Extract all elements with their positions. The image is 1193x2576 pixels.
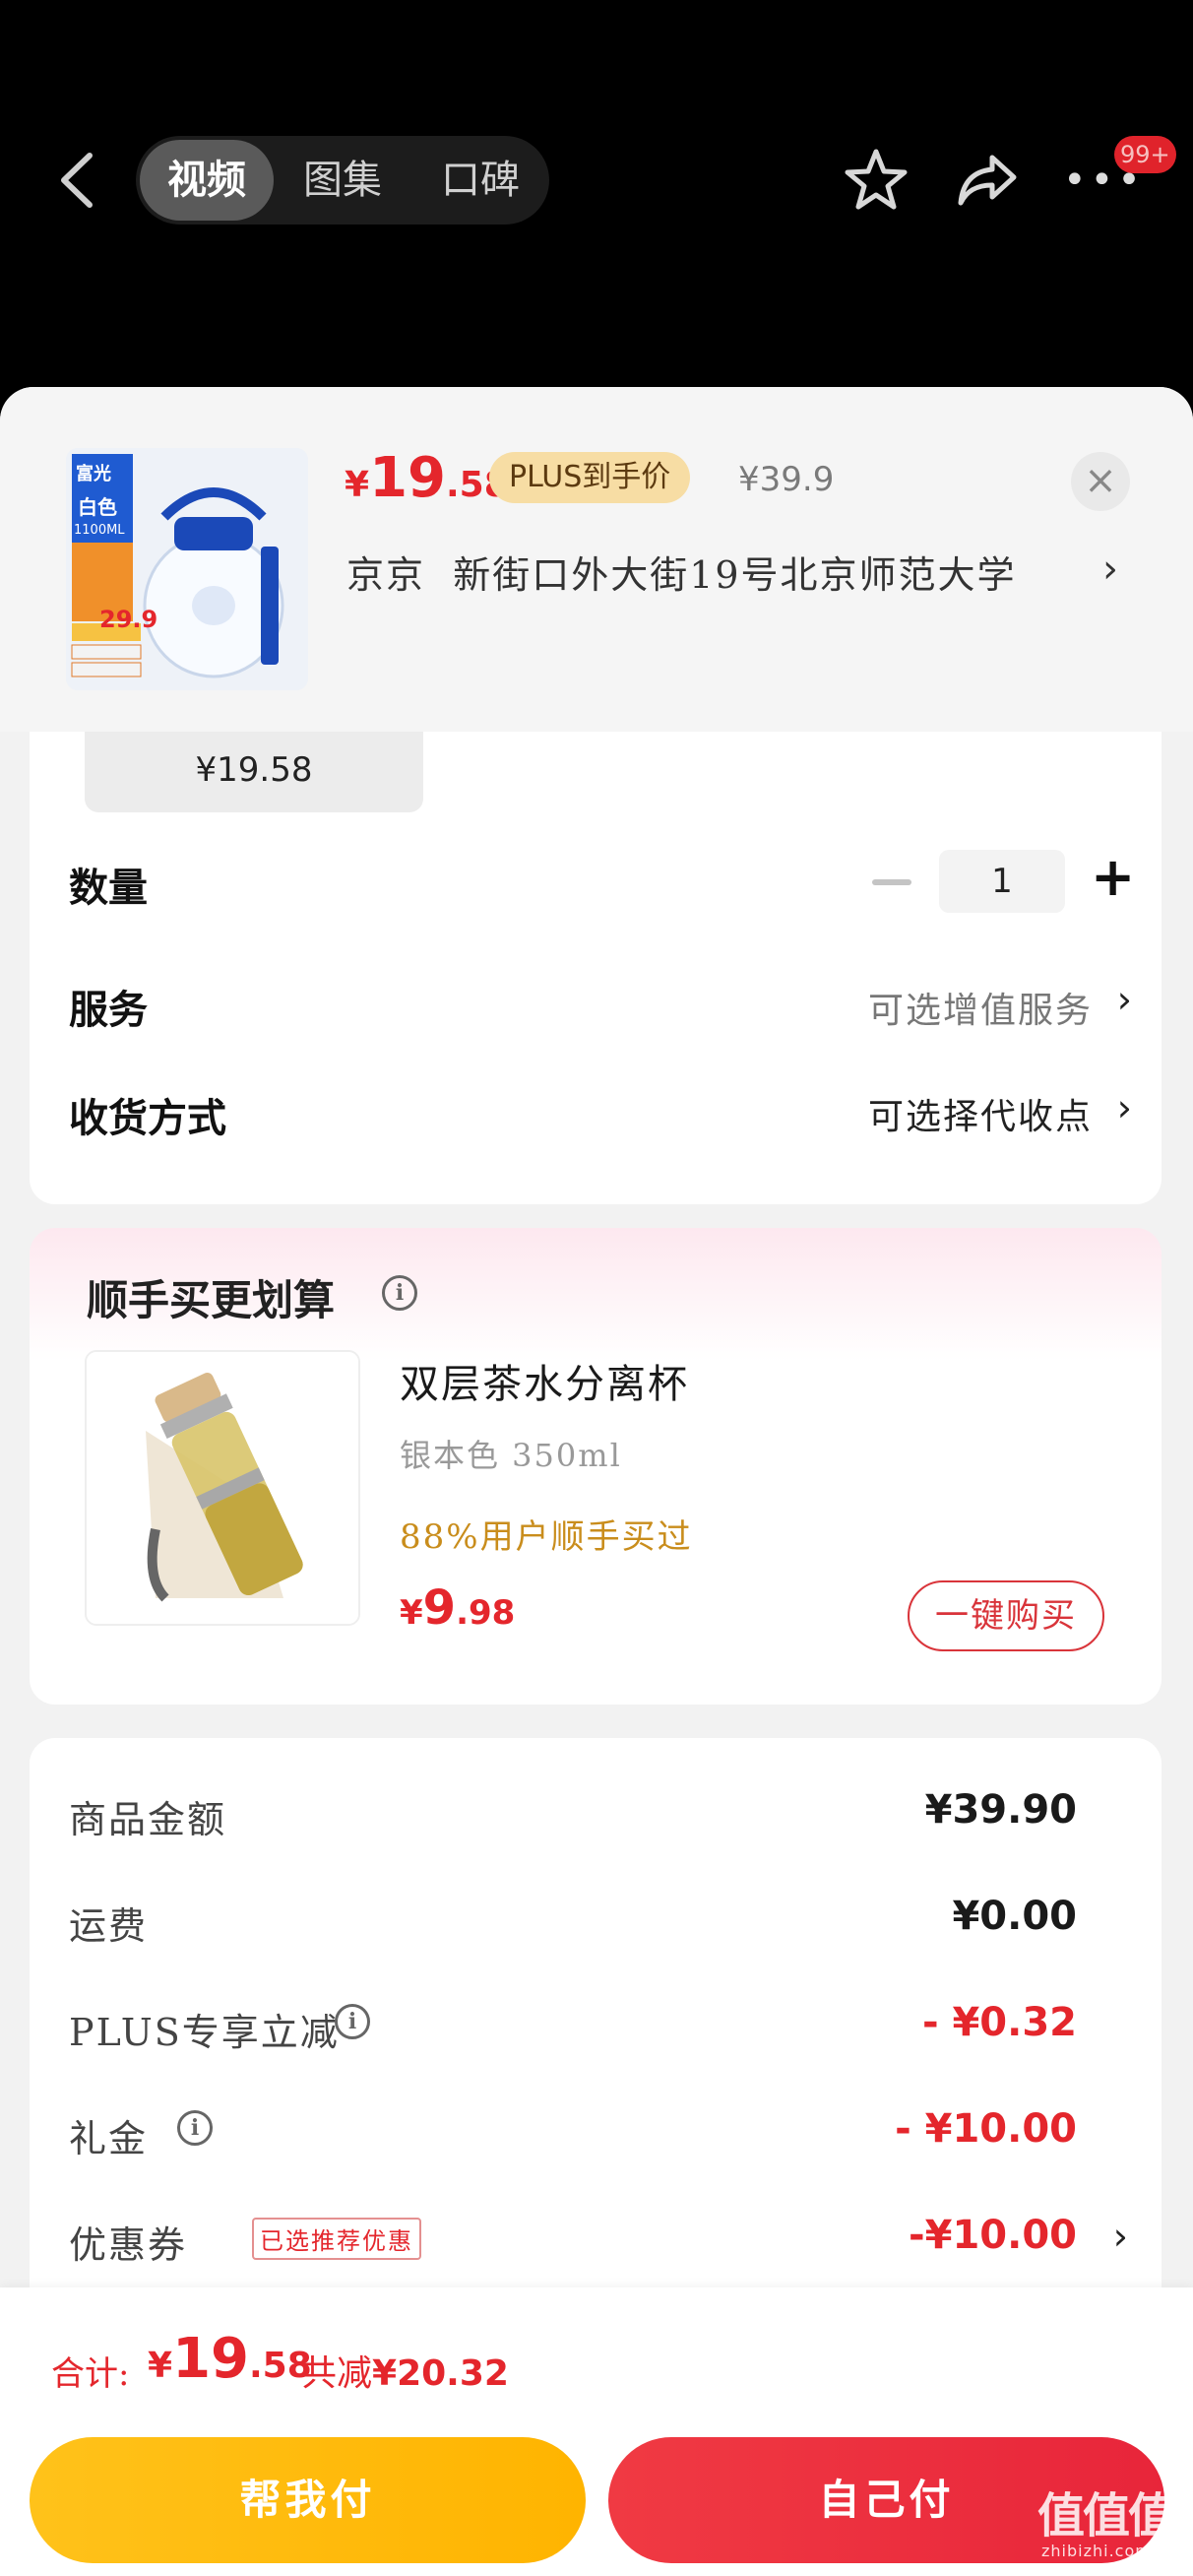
thumb-volume: 1100ML [74,523,125,538]
total-label: 合计: [51,2354,130,2394]
price-currency: ¥ [345,465,370,505]
bundle-item-variant: 银本色 350ml [400,1437,622,1474]
price-integer: 19 [172,2327,249,2391]
chevron-right-icon: › [1112,2215,1128,2258]
address-name: 京京 [346,553,426,597]
price-integer: 19 [369,446,446,510]
star-icon [845,149,908,210]
favorite-button[interactable] [842,146,910,215]
video-header: 视频 图集 口碑 ••• 99+ [0,0,1193,389]
watermark-logo: 值值值 zhibizhi.com [1024,2477,1193,2575]
chevron-right-icon: › [1116,978,1132,1021]
quantity-decrease-button[interactable] [872,879,911,885]
savings-amount: ¥20.32 [372,2353,509,2394]
bundle-product-image[interactable] [85,1350,360,1626]
summary-label-goods: 商品金额 [69,1798,227,1841]
bundle-item-name[interactable]: 双层茶水分离杯 [400,1352,689,1409]
quantity-increase-button[interactable]: + [1091,848,1135,911]
summary-value-goods: ¥39.90 [924,1787,1077,1833]
info-icon[interactable]: i [335,2004,370,2039]
spec-option-chip[interactable]: ¥19.58 [85,732,423,812]
summary-value-shipping: ¥0.00 [952,1894,1077,1939]
address-text: 新街口外大街19号北京师范大学 [453,553,1017,597]
info-icon[interactable]: i [177,2110,213,2146]
savings-prefix: 共减 [301,2353,373,2394]
bundle-social-proof: 88%用户顺手买过 [400,1517,693,1557]
close-button[interactable]: × [1071,452,1130,511]
original-price: ¥39.9 [738,460,835,499]
total-savings: 共减¥20.32 [301,2345,509,2396]
tab-video[interactable]: 视频 [140,140,274,221]
bundle-title: 顺手买更划算 [87,1276,336,1324]
quantity-label: 数量 [69,865,148,911]
plus-price-tag: PLUS到手价 [489,452,691,503]
help-me-pay-button[interactable]: 帮我付 [30,2437,586,2563]
price-summary-card: 商品金额 ¥39.90 运费 ¥0.00 PLUS专享立减 i - ¥0.32 … [30,1738,1162,2329]
summary-label-plus: PLUS专享立减 [69,2011,340,2054]
tab-reviews[interactable]: 口碑 [421,140,539,221]
price-integer: 9 [422,1580,457,1636]
delivery-address[interactable]: 京京 新街口外大街19号北京师范大学 [346,545,1095,599]
summary-label-gift: 礼金 [69,2117,149,2160]
chevron-right-icon: › [1116,1086,1132,1129]
product-thumbnail: 富光 白色 1100ML 29.9 [66,448,308,690]
bundle-card: 顺手买更划算 i 双层茶水分离杯 银本色 350ml 88%用户顺手买过 ¥9.… [30,1228,1162,1705]
thumb-promo-price: 29.9 [99,606,158,633]
media-tabs: 视频 图集 口碑 [136,136,549,225]
share-button[interactable] [953,146,1022,215]
purchase-sheet: 富光 白色 1100ML 29.9 ¥19.58 PLUS到手价 ¥39.9 ×… [0,387,1193,2576]
total-price: ¥19.58 [148,2327,312,2391]
watermark-text: 值值值 [1037,2488,1175,2544]
checkout-bar: 合计: ¥19.58 共减¥20.32 帮我付 自己付 [0,2287,1193,2576]
price-currency: ¥ [148,2346,173,2386]
price-currency: ¥ [400,1593,423,1633]
one-click-buy-button[interactable]: 一键购买 [908,1580,1104,1651]
thumb-color: 白色 [78,495,117,519]
product-header: 富光 白色 1100ML 29.9 ¥19.58 PLUS到手价 ¥39.9 ×… [0,387,1193,732]
summary-value-gift: - ¥10.00 [895,2106,1077,2152]
current-price: ¥19.58 [345,446,509,515]
summary-value-plus: - ¥0.32 [921,2000,1077,2045]
more-dots-icon: ••• [1063,158,1145,203]
coupon-recommended-tag: 已选推荐优惠 [252,2218,421,2260]
thumb-brand: 富光 [76,464,111,484]
service-label: 服务 [69,987,148,1033]
coupon-label: 优惠券 [69,2223,188,2267]
message-badge: 99+ [1114,136,1176,173]
close-icon: × [1084,458,1117,503]
summary-value-coupon[interactable]: -¥10.00 [909,2213,1077,2258]
chevron-left-icon [61,153,93,208]
quantity-value[interactable]: 1 [939,850,1065,913]
delivery-method-value[interactable]: 可选择代收点 [868,1088,1093,1139]
watermark-sub: zhibizhi.com [1041,2542,1152,2560]
service-value[interactable]: 可选增值服务 [868,982,1093,1033]
summary-label-coupon[interactable]: 优惠券 已选推荐优惠 [69,2215,421,2269]
bundle-item-price: ¥9.98 [400,1580,515,1636]
info-icon[interactable]: i [382,1275,417,1311]
summary-label-shipping: 运费 [69,1904,149,1948]
spec-card: ¥19.58 数量 1 + 服务 可选增值服务 › 收货方式 可选择代收点 › [30,732,1162,1204]
chevron-right-icon: › [1102,547,1118,592]
share-arrow-icon [958,155,1017,206]
tab-gallery[interactable]: 图集 [283,140,402,221]
back-button[interactable] [54,148,101,213]
price-decimal: .98 [456,1593,516,1633]
delivery-method-label: 收货方式 [69,1095,226,1141]
